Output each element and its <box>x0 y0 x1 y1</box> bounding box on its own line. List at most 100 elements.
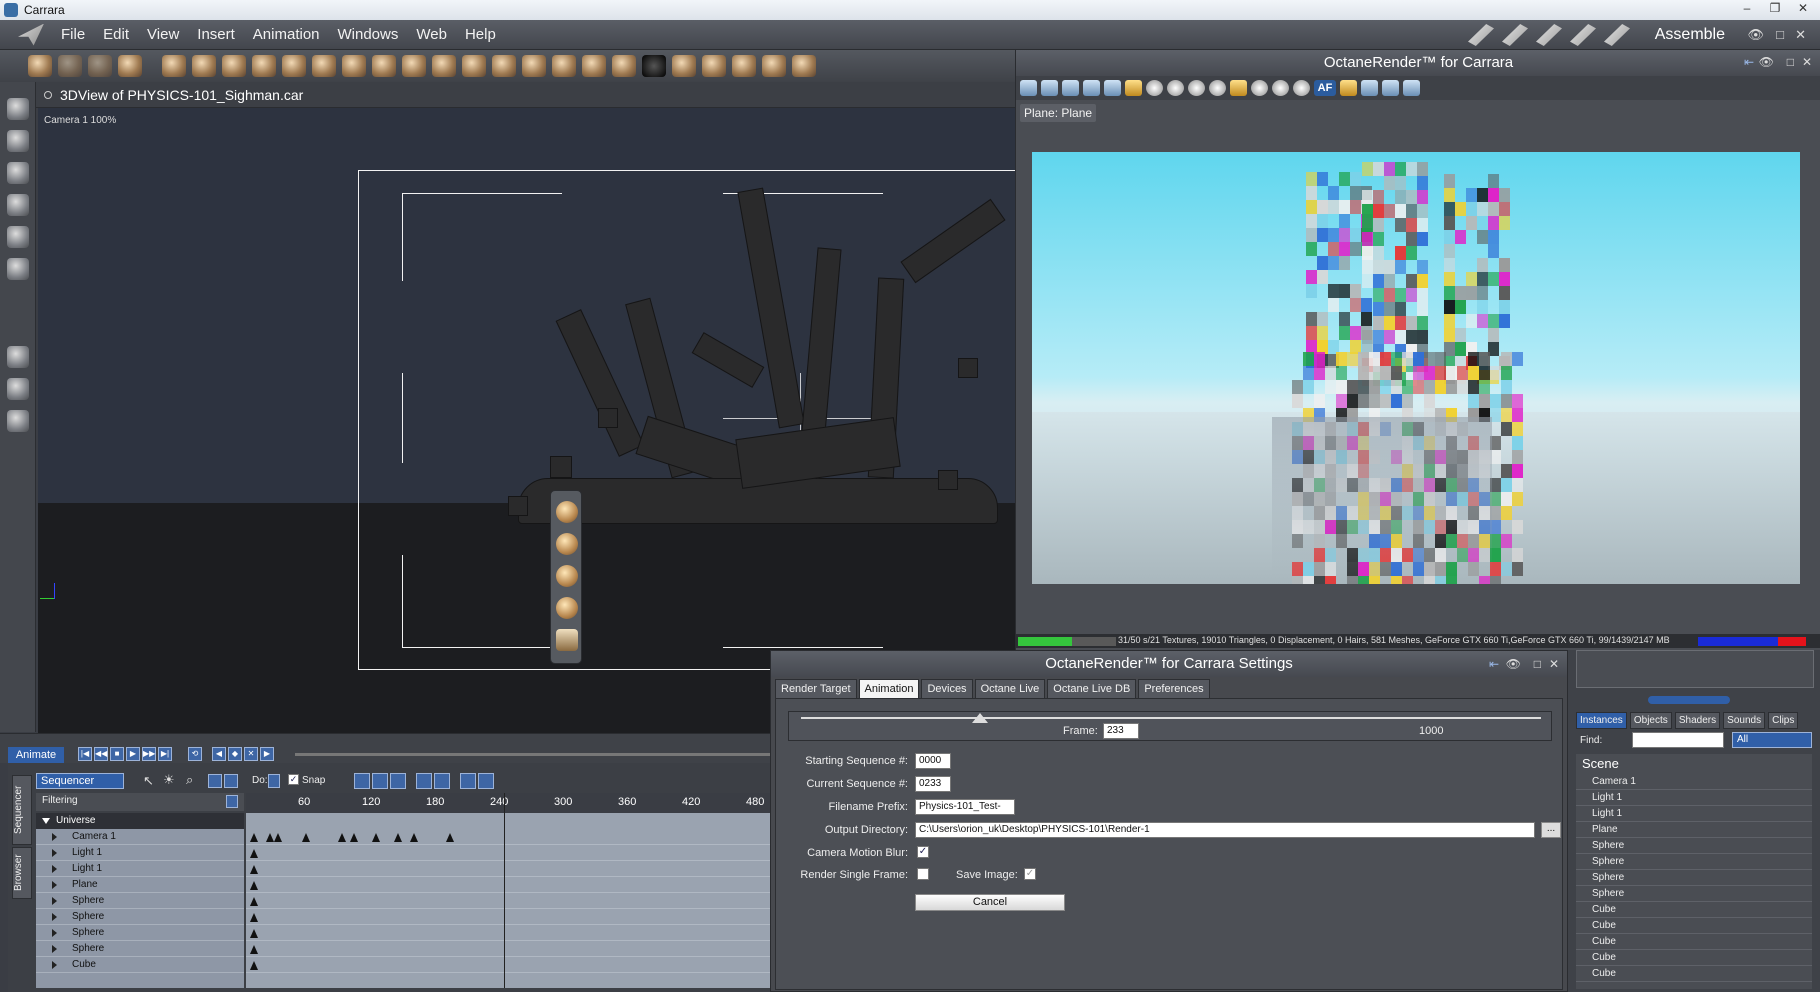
keyframe-marker[interactable] <box>372 833 380 842</box>
hand-tool-icon[interactable] <box>58 55 82 77</box>
tab-devices[interactable]: Devices <box>921 679 973 699</box>
track-row[interactable]: Light 1 <box>36 861 244 877</box>
insert-figure-icon[interactable] <box>252 55 276 77</box>
do-dropdown[interactable] <box>268 774 280 788</box>
tab-preferences[interactable]: Preferences <box>1138 679 1210 699</box>
insert-landscape-icon[interactable] <box>522 55 546 77</box>
camera-motion-blur-checkbox[interactable]: ✓ <box>917 846 929 858</box>
instance-item[interactable]: Sphere <box>1576 886 1812 902</box>
expand-arrow-icon[interactable] <box>52 961 57 969</box>
key-row[interactable] <box>246 909 770 925</box>
expand-arrow-icon[interactable] <box>52 881 57 889</box>
send-camera-icon[interactable] <box>1041 80 1058 96</box>
expand-arrow-icon[interactable] <box>52 945 57 953</box>
menu-help[interactable]: Help <box>456 26 505 43</box>
menu-edit[interactable]: Edit <box>94 26 138 43</box>
tab-animation[interactable]: Animation <box>858 679 920 699</box>
assemble-room-icon[interactable] <box>1468 24 1494 46</box>
animate-button[interactable]: Animate <box>8 747 64 763</box>
keyframe-marker[interactable] <box>250 865 258 874</box>
key-row[interactable] <box>246 861 770 877</box>
keyframe-marker[interactable] <box>410 833 418 842</box>
instance-item[interactable]: Cube <box>1576 966 1812 982</box>
close-button[interactable]: ✕ <box>1792 1 1814 17</box>
track-row[interactable]: Camera 1 <box>36 829 244 845</box>
instance-item[interactable]: Cube <box>1576 950 1812 966</box>
move-xz-icon[interactable] <box>556 533 578 555</box>
scene-root[interactable]: Scene <box>1582 756 1619 771</box>
cancel-button[interactable]: Cancel <box>915 894 1065 911</box>
keyframe-marker[interactable] <box>250 849 258 858</box>
save-image-checkbox[interactable]: ✓ <box>1024 868 1036 880</box>
key-row[interactable] <box>246 957 770 973</box>
menu-file[interactable]: File <box>52 26 94 43</box>
materials-ball-icon[interactable] <box>1251 80 1268 96</box>
sequencer-mode-select[interactable]: Sequencer <box>36 773 124 789</box>
zoom-icon[interactable] <box>7 410 29 432</box>
tween-in-icon[interactable] <box>416 773 432 789</box>
frame-input[interactable]: 233 <box>1103 723 1139 739</box>
send-all-icon[interactable] <box>1104 80 1121 96</box>
keyframe-marker[interactable] <box>338 833 346 842</box>
keyframe-marker[interactable] <box>350 833 358 842</box>
keyframe-marker[interactable] <box>266 833 274 842</box>
delete-key-icon[interactable]: ✕ <box>244 747 258 761</box>
panel-splitter[interactable] <box>1648 696 1730 704</box>
stop-icon[interactable]: ■ <box>110 747 124 761</box>
tween-ease-icon[interactable] <box>390 773 406 789</box>
browse-button[interactable]: ... <box>1541 822 1561 838</box>
refresh-icon[interactable] <box>1272 80 1289 96</box>
close-icon[interactable]: ✕ <box>1802 55 1812 69</box>
focus-icon[interactable] <box>1293 80 1310 96</box>
view-options-icon[interactable] <box>44 90 52 99</box>
next-key-icon[interactable]: ▶ <box>260 747 274 761</box>
3d-viewport[interactable]: Camera 1 100% <box>38 108 1015 733</box>
output-directory-input[interactable]: C:\Users\orion_uk\Desktop\PHYSICS-101\Re… <box>915 822 1535 838</box>
play-icon[interactable]: ▶ <box>126 747 140 761</box>
direct-select-icon[interactable] <box>7 130 29 152</box>
go-to-end-icon[interactable]: ▶| <box>158 747 172 761</box>
link-tool-icon[interactable] <box>118 55 142 77</box>
send-geometry-icon[interactable] <box>1083 80 1100 96</box>
fast-forward-icon[interactable]: ▶▶ <box>142 747 156 761</box>
expand-arrow-icon[interactable] <box>52 929 57 937</box>
maximize-icon[interactable]: □ <box>1534 657 1541 671</box>
keyframe-marker[interactable] <box>446 833 454 842</box>
storyboard-room-icon[interactable] <box>1536 24 1562 46</box>
prev-key-icon[interactable]: ◀ <box>212 747 226 761</box>
menu-animation[interactable]: Animation <box>244 26 329 43</box>
tween-oscillate-icon[interactable] <box>478 773 494 789</box>
menu-insert[interactable]: Insert <box>188 26 244 43</box>
eye-icon[interactable]: 👁 <box>1506 657 1521 671</box>
camera-icon[interactable] <box>7 346 29 368</box>
key-row[interactable] <box>246 925 770 941</box>
rotate-sphere-icon[interactable] <box>556 597 578 619</box>
key-row[interactable] <box>246 941 770 957</box>
insert-text-icon[interactable] <box>312 55 336 77</box>
undo-icon[interactable] <box>1340 80 1357 96</box>
tween-bezier-icon[interactable] <box>372 773 388 789</box>
film-icon[interactable] <box>1403 80 1420 96</box>
time-slider[interactable] <box>295 753 770 756</box>
tween-linear-icon[interactable] <box>354 773 370 789</box>
rotate-icon[interactable] <box>7 162 29 184</box>
insert-lathe-icon[interactable] <box>192 55 216 77</box>
insert-ocean-icon[interactable] <box>492 55 516 77</box>
bind-icon[interactable] <box>7 258 29 280</box>
keyframe-marker[interactable] <box>250 833 258 842</box>
instance-item[interactable]: Sphere <box>1576 854 1812 870</box>
insert-house-icon[interactable] <box>582 55 606 77</box>
go-to-start-icon[interactable]: |◀ <box>78 747 92 761</box>
tab-octane-live[interactable]: Octane Live <box>974 679 1046 699</box>
arrow-tool-icon[interactable]: ↖ <box>143 773 154 789</box>
instance-item[interactable]: Light 1 <box>1576 790 1812 806</box>
instance-item[interactable]: Cube <box>1576 934 1812 950</box>
tab-clips[interactable]: Clips <box>1768 712 1799 729</box>
move-yz-icon[interactable] <box>556 565 578 587</box>
insert-environment-icon[interactable] <box>552 55 576 77</box>
tab-octane-live-db[interactable]: Octane Live DB <box>1047 679 1137 699</box>
expand-arrow-icon[interactable] <box>52 833 57 841</box>
instance-item[interactable]: Cube <box>1576 918 1812 934</box>
fit-selection-icon[interactable] <box>224 774 238 788</box>
fit-icon[interactable] <box>208 774 222 788</box>
